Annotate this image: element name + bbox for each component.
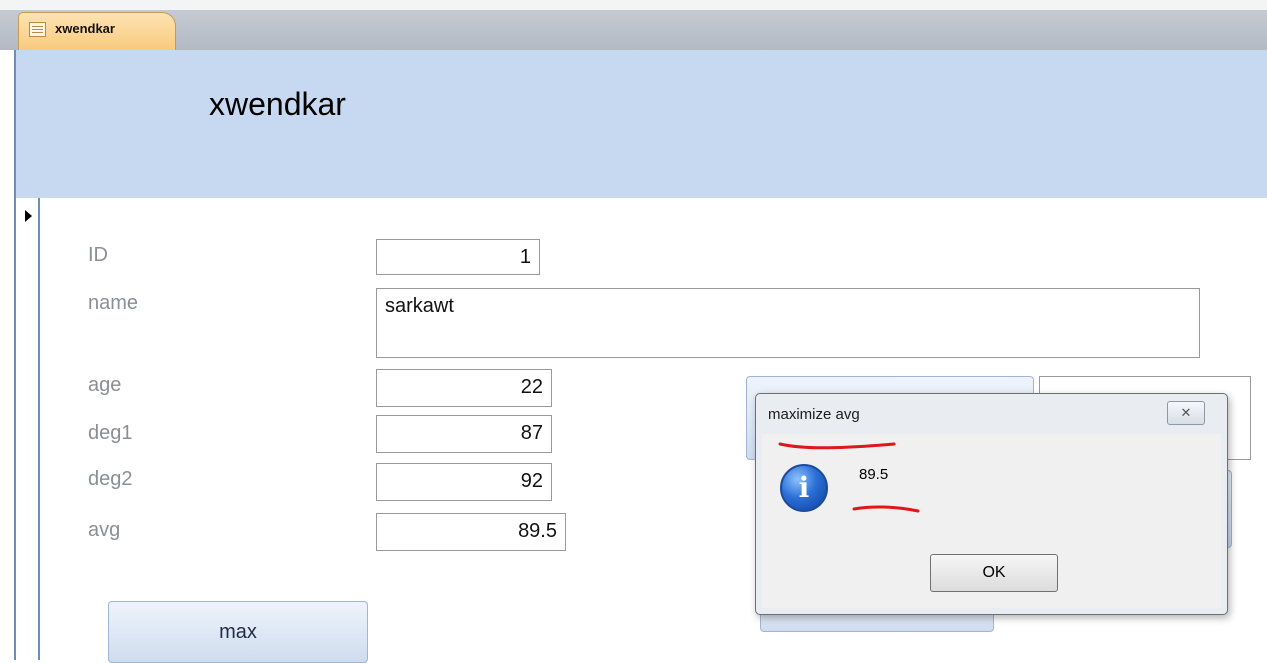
close-icon[interactable]: ✕ xyxy=(1167,401,1205,425)
age-label: age xyxy=(88,374,122,396)
form-title: xwendkar xyxy=(209,86,346,122)
document-tab-label: xwendkar xyxy=(55,21,115,36)
annotation-underline-value xyxy=(852,505,920,513)
name-field[interactable]: sarkawt xyxy=(376,288,1200,358)
avg-field[interactable]: 89.5 xyxy=(376,513,566,551)
record-selector[interactable] xyxy=(14,198,40,660)
avg-label: avg xyxy=(88,519,121,541)
max-button[interactable]: max xyxy=(108,601,368,663)
info-icon: i xyxy=(780,464,828,512)
dialog-message: 89.5 xyxy=(859,466,889,483)
message-dialog: maximize avg ✕ i 89.5 OK xyxy=(755,393,1228,615)
deg1-label: deg1 xyxy=(88,422,133,444)
id-label: ID xyxy=(88,244,108,266)
annotation-underline-title xyxy=(778,442,896,450)
form-header: xwendkar xyxy=(14,50,1267,198)
dialog-body: i 89.5 OK xyxy=(762,434,1221,608)
current-record-arrow-icon xyxy=(25,210,32,222)
deg2-field[interactable]: 92 xyxy=(376,463,552,501)
name-label: name xyxy=(88,292,139,314)
deg1-field[interactable]: 87 xyxy=(376,415,552,453)
document-tab-xwendkar[interactable]: xwendkar xyxy=(18,12,176,51)
dialog-title: maximize avg xyxy=(768,406,860,423)
ok-button[interactable]: OK xyxy=(930,554,1058,592)
id-field[interactable]: 1 xyxy=(376,239,540,275)
form-icon xyxy=(29,22,46,37)
deg2-label: deg2 xyxy=(88,468,133,490)
age-field[interactable]: 22 xyxy=(376,369,552,407)
tab-strip-top xyxy=(0,0,1267,10)
